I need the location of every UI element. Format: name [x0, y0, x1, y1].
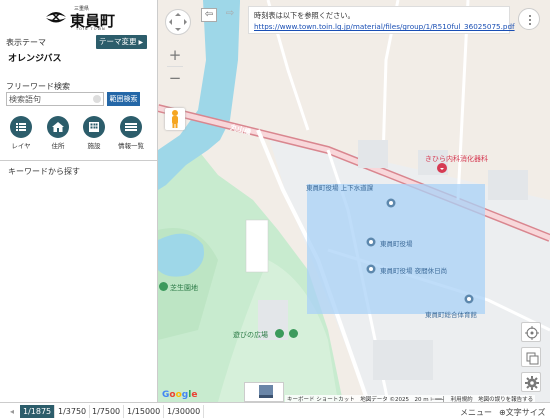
pan-down-icon[interactable]: [175, 28, 181, 34]
search-box: [6, 92, 104, 106]
address-tool-label: 住所: [51, 142, 65, 150]
text-size-link[interactable]: ⊕文字サイズ: [499, 407, 545, 418]
sewer-label: 東員町役場 上下水道課: [306, 184, 374, 192]
gym-label: 東員町総合体育館: [425, 311, 477, 319]
facility-tool-label: 施設: [87, 142, 101, 150]
scale-option[interactable]: 1/15000: [124, 405, 165, 418]
hospital-label: きひら内科消化器科: [425, 155, 488, 163]
zoom-divider: [167, 66, 183, 67]
dropdown-icon[interactable]: [93, 95, 101, 103]
scale-option[interactable]: 1/1875: [20, 405, 56, 418]
theme-label: 表示テーマ: [6, 38, 46, 47]
notice-box: 時刻表は以下を参照ください。 https://www.town.toin.lg.…: [248, 6, 515, 34]
divider: [0, 160, 158, 161]
play-plaza-pin-icon-2[interactable]: [289, 329, 298, 338]
search-input[interactable]: [7, 93, 93, 105]
address-tool-button[interactable]: 住所: [43, 116, 73, 150]
notice-link[interactable]: https://www.town.toin.lg.jp/material/fil…: [254, 21, 515, 32]
sidebar: 三重県 東員町 TOIN TOWN 表示テーマ オレンジバス テーマ変更 ▶ フリ…: [0, 0, 158, 402]
list-icon: [10, 116, 32, 138]
crosshair-icon: [525, 326, 539, 340]
layer-tool-button[interactable]: レイヤ: [6, 116, 36, 150]
map-base: [158, 0, 550, 402]
hospital-pin-icon[interactable]: [437, 163, 447, 175]
street-view-pegman-icon[interactable]: [165, 108, 185, 130]
back-arrow-icon[interactable]: ⇦: [201, 8, 217, 22]
search-label: フリーワード検索: [6, 82, 70, 91]
zoom-in-button[interactable]: +: [167, 47, 183, 63]
theme-change-button[interactable]: テーマ変更 ▶: [96, 35, 147, 49]
town-hall-pin-icon[interactable]: [366, 237, 376, 247]
scale-option[interactable]: 1/3750: [55, 405, 91, 418]
zoom-out-button[interactable]: −: [167, 70, 183, 86]
scale-bar: ◂ 1/1875 1/3750 1/7500 1/15000 1/30000 メ…: [0, 402, 550, 419]
gear-icon: [525, 376, 539, 390]
night-window-pin-icon[interactable]: [366, 264, 376, 274]
pan-left-icon[interactable]: [166, 19, 172, 25]
notice-text: 時刻表は以下を参照ください。: [254, 11, 355, 20]
town-emblem-icon: [46, 12, 66, 23]
map-type-thumbnail[interactable]: [244, 382, 284, 402]
play-plaza-pin-icon[interactable]: [275, 329, 284, 338]
building-icon: [83, 116, 105, 138]
park-pin-icon[interactable]: [159, 282, 168, 291]
forward-arrow-icon[interactable]: ⇨: [222, 8, 238, 22]
info-list-tool-label: 情報一覧: [118, 142, 144, 150]
pan-control[interactable]: [165, 9, 191, 35]
dot-icon: [529, 19, 531, 21]
layers-button[interactable]: [521, 347, 541, 367]
facility-tool-button[interactable]: 施設: [79, 116, 109, 150]
gym-pin-icon[interactable]: [464, 294, 474, 304]
logo-roman: TOIN TOWN: [76, 27, 106, 31]
map-view[interactable]: 丸山橋 きひら内科消化器科 東員町役場 上下水道課 東員町役場 東員町役場 夜間…: [158, 0, 550, 402]
play-arrow-icon: ▶: [138, 39, 144, 46]
layer-tool-label: レイヤ: [11, 142, 31, 150]
scale-option[interactable]: 1/7500: [89, 405, 125, 418]
range-search-button[interactable]: 範囲検索: [107, 92, 140, 106]
pan-right-icon[interactable]: [184, 19, 190, 25]
table-icon: [120, 116, 142, 138]
locate-button[interactable]: [521, 322, 541, 342]
theme-name: オレンジバス: [8, 54, 62, 64]
scroll-left-icon[interactable]: ◂: [10, 405, 14, 418]
settings-button[interactable]: [521, 372, 541, 392]
town-logo[interactable]: 三重県 東員町 TOIN TOWN: [44, 5, 115, 31]
menu-link[interactable]: メニュー: [460, 407, 492, 418]
pan-up-icon[interactable]: [175, 10, 181, 16]
town-hall-label: 東員町役場: [380, 240, 413, 248]
more-menu-button[interactable]: [518, 8, 540, 30]
dot-icon: [529, 23, 531, 25]
play-plaza-label: 遊びの広場: [233, 331, 268, 339]
scale-option[interactable]: 1/30000: [164, 405, 205, 418]
theme-change-label: テーマ変更: [99, 37, 137, 46]
night-window-label: 東員町役場 夜間休日尚: [380, 267, 448, 275]
copy-layers-icon: [526, 352, 539, 365]
lawn-park-label: 芝生園地: [170, 284, 198, 292]
house-icon: [47, 116, 69, 138]
info-list-tool-button[interactable]: 情報一覧: [116, 116, 146, 150]
sewer-pin-icon[interactable]: [386, 198, 396, 208]
dot-icon: [529, 15, 531, 17]
keyword-search-link[interactable]: キーワードから探す: [8, 166, 80, 177]
google-logo: Google: [162, 390, 198, 400]
